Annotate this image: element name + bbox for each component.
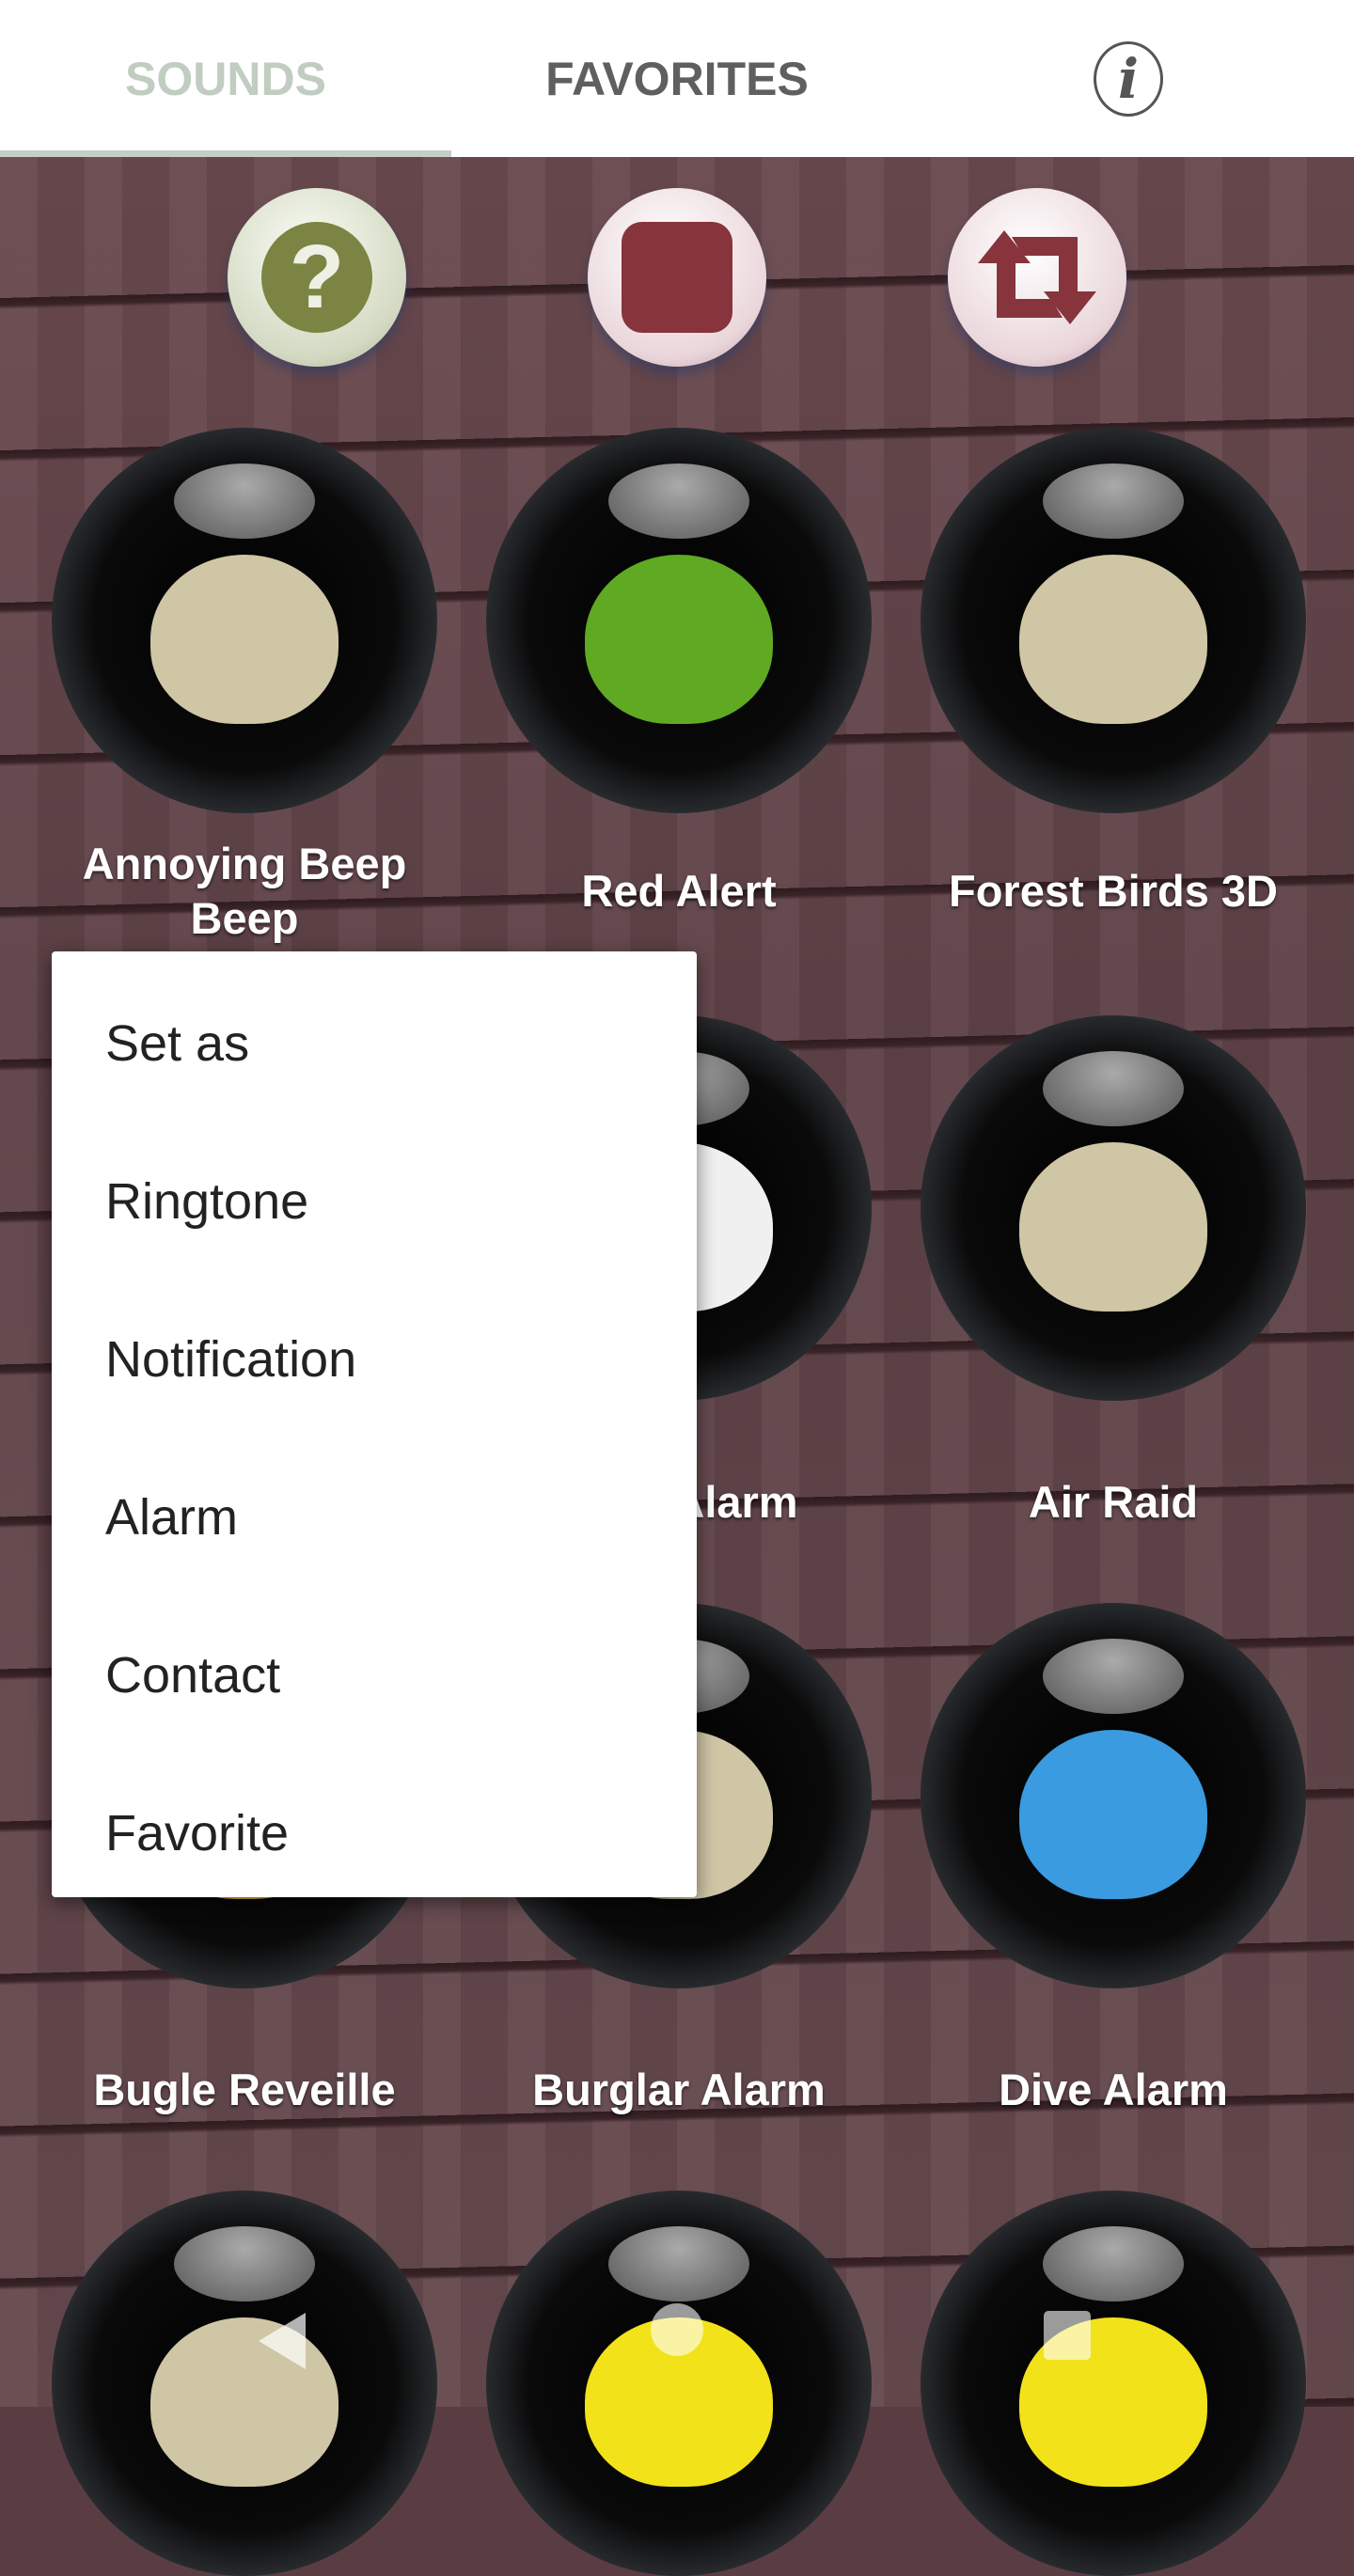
- gloss-highlight: [608, 2226, 749, 2301]
- sound-label: Red Alert: [581, 866, 777, 916]
- sound-face-icon: [1019, 1142, 1207, 1312]
- repeat-button[interactable]: [948, 188, 1126, 367]
- gloss-highlight: [608, 463, 749, 539]
- gloss-highlight: [1043, 2226, 1184, 2301]
- menu-item-contact[interactable]: Contact: [52, 1596, 697, 1754]
- sound-button[interactable]: [52, 428, 437, 813]
- menu-item-alarm[interactable]: Alarm: [52, 1438, 697, 1596]
- recents-icon[interactable]: [1044, 2311, 1091, 2360]
- sound-label: Annoying Beep Beep: [82, 839, 407, 943]
- sound-face-icon: [150, 2317, 338, 2487]
- sound-button[interactable]: [921, 1603, 1306, 1988]
- sound-button[interactable]: [486, 428, 872, 813]
- info-icon: i: [1094, 40, 1163, 117]
- tab-favorites[interactable]: FAVORITES: [451, 0, 903, 157]
- sound-face-icon: [1019, 1730, 1207, 1899]
- help-button[interactable]: ?: [228, 188, 406, 367]
- home-icon[interactable]: [651, 2303, 703, 2356]
- stop-button[interactable]: [588, 188, 766, 367]
- sound-face-icon: [1019, 555, 1207, 724]
- tab-indicator: [0, 150, 451, 157]
- help-icon: ?: [261, 222, 372, 333]
- gloss-highlight: [1043, 1639, 1184, 1714]
- tab-sounds[interactable]: SOUNDS: [0, 0, 451, 157]
- sound-label: Air Raid: [1028, 1477, 1199, 1527]
- gloss-highlight: [1043, 1051, 1184, 1126]
- sound-button[interactable]: [921, 2191, 1306, 2576]
- menu-title-set-as: Set as: [105, 1015, 250, 1072]
- sound-label: Forest Birds 3D: [949, 866, 1278, 916]
- sound-button[interactable]: [921, 1015, 1306, 1401]
- gloss-highlight: [1043, 463, 1184, 539]
- sound-face-icon: [585, 555, 773, 724]
- gloss-highlight: [174, 463, 315, 539]
- sound-label: Burglar Alarm: [532, 2065, 826, 2114]
- gloss-highlight: [174, 2226, 315, 2301]
- sound-button[interactable]: [486, 2191, 872, 2576]
- stop-icon: [622, 222, 732, 333]
- tab-info[interactable]: i: [903, 0, 1354, 157]
- menu-item-ringtone[interactable]: Ringtone: [52, 1123, 697, 1280]
- sound-button[interactable]: [52, 2191, 437, 2576]
- back-icon[interactable]: [254, 2308, 310, 2374]
- repeat-icon: [978, 230, 1096, 324]
- sound-face-icon: [150, 555, 338, 724]
- sound-button[interactable]: [921, 428, 1306, 813]
- sound-label: Dive Alarm: [999, 2065, 1228, 2114]
- menu-item-favorite[interactable]: Favorite: [52, 1754, 697, 1912]
- context-menu: Set as Ringtone Notification Alarm Conta…: [52, 951, 697, 1897]
- sound-label: Bugle Reveille: [93, 2065, 396, 2114]
- menu-item-notification[interactable]: Notification: [52, 1280, 697, 1438]
- tab-bar: SOUNDS FAVORITES i: [0, 0, 1354, 157]
